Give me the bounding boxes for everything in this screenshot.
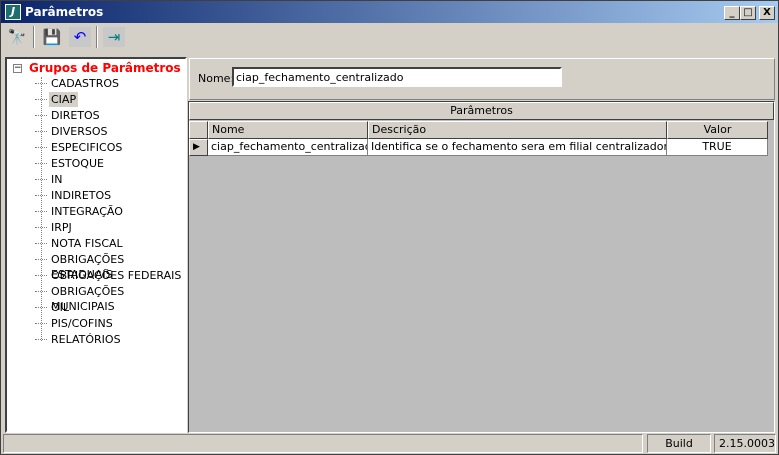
parameter-groups-tree[interactable]: − Grupos de Parâmetros CADASTROS CIAP DIRE… [5, 57, 187, 433]
tree-item[interactable]: IN [34, 172, 64, 187]
name-label: Nome: [198, 72, 235, 85]
tree-item[interactable]: INTEGRAÇÃO [35, 204, 125, 219]
tree-item[interactable]: OIL [34, 300, 71, 315]
filter-panel: Nome: [189, 58, 775, 100]
save-icon[interactable]: 💾 [41, 27, 63, 47]
window-title: Parâmetros [25, 5, 104, 19]
app-icon: J [5, 4, 21, 20]
tree-item[interactable]: OBRIGAÇÕES FEDERAIS [34, 268, 183, 283]
tree-item[interactable]: ESPECIFICOS [34, 140, 124, 155]
column-header-descricao[interactable]: Descrição [368, 121, 667, 139]
undo-icon[interactable]: ↶ [69, 27, 91, 47]
grid-title: Parâmetros [189, 102, 774, 120]
tree-item[interactable]: ESTOQUE [35, 156, 106, 171]
parameters-grid[interactable]: Parâmetros Nome Descrição Valor ▶ ciap_f… [188, 101, 775, 433]
binoculars-icon[interactable]: 🔭 [6, 27, 28, 47]
tree-item[interactable]: DIRETOS [35, 108, 102, 123]
tree-item[interactable]: CADASTROS [35, 76, 121, 91]
tree-item[interactable]: NOTA FISCAL [35, 236, 125, 251]
column-header-nome[interactable]: Nome [208, 121, 368, 139]
cell-nome[interactable]: ciap_fechamento_centralizado [208, 139, 368, 156]
tree-item[interactable]: CIAP [34, 92, 79, 107]
cell-valor[interactable]: TRUE [667, 139, 768, 156]
tree-item[interactable]: OBRIGAÇÕES ESTADUAIS [35, 252, 185, 281]
tree-root[interactable]: Grupos de Parâmetros [29, 61, 181, 75]
tree-item[interactable]: OBRIGAÇÕES MUNICIPAIS [35, 284, 185, 313]
status-bar: Build 2.15.0003 [3, 434, 776, 453]
tree-item[interactable]: IRPJ [35, 220, 74, 235]
toolbar-separator [33, 26, 35, 48]
tree-item[interactable]: INDIRETOS [34, 188, 113, 203]
name-input[interactable] [232, 67, 562, 87]
maximize-button[interactable]: □ [740, 6, 756, 20]
minimize-button[interactable]: _ [724, 6, 740, 20]
row-indicator-icon: ▶ [189, 139, 208, 156]
status-message [3, 434, 643, 453]
collapse-icon[interactable]: − [13, 64, 22, 73]
tree-item[interactable]: RELATÓRIOS [35, 332, 123, 347]
toolbar-separator [96, 26, 98, 48]
tree-line [41, 77, 42, 341]
title-bar: J Parâmetros _ □ X [1, 1, 778, 23]
build-label: Build [647, 434, 711, 453]
tree-item[interactable]: DIVERSOS [34, 124, 109, 139]
cell-descricao[interactable]: Identifica se o fechamento sera em filia… [368, 139, 667, 156]
indicator-header [189, 121, 208, 139]
build-version: 2.15.0003 [714, 434, 776, 453]
column-header-valor[interactable]: Valor [667, 121, 768, 139]
close-button[interactable]: X [759, 6, 775, 20]
tree-item[interactable]: PIS/COFINS [35, 316, 115, 331]
exit-door-icon[interactable]: ⇥ [103, 27, 125, 47]
